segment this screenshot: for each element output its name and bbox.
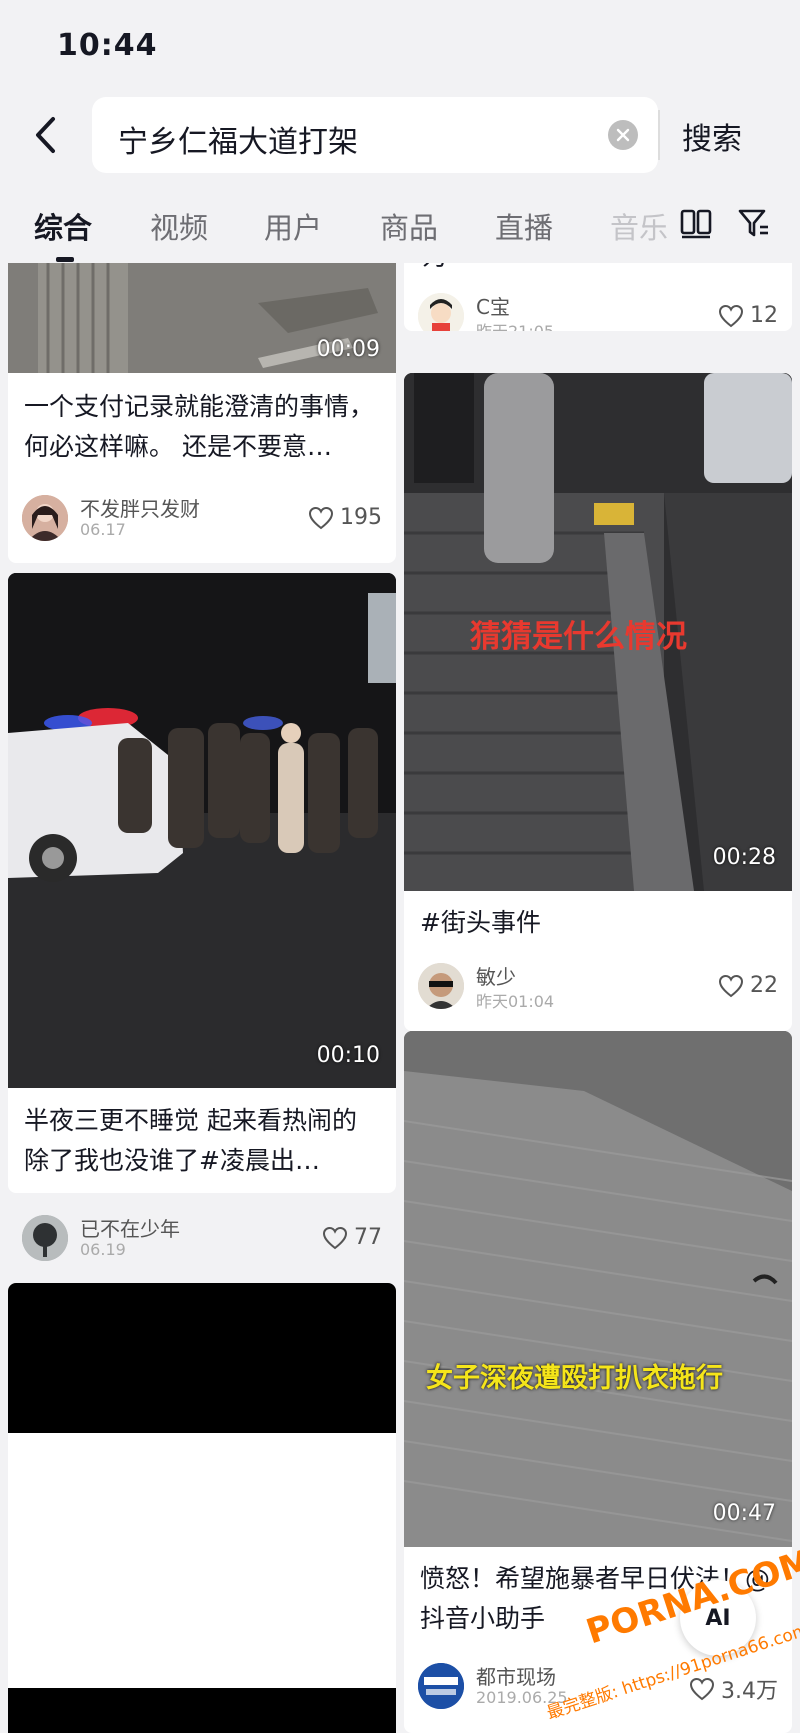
video-thumbnail: 00:09 <box>8 263 396 373</box>
search-header: 宁乡仁福大道打架 搜索 <box>0 90 800 180</box>
tab-music[interactable]: 音乐 <box>610 205 668 247</box>
author-row: C宝 昨天21:05 12 <box>418 291 778 331</box>
post-date: 昨天01:04 <box>476 992 555 1011</box>
avatar[interactable] <box>418 1663 464 1709</box>
video-card[interactable] <box>8 1283 396 1733</box>
like-count[interactable]: 3.4万 <box>689 1673 778 1705</box>
active-tab-indicator <box>56 257 74 262</box>
tab-live[interactable]: 直播 <box>495 205 553 247</box>
results-feed: 00:09 一个支付记录就能澄清的事情，何必这样嘛。 还是不要意… 不发胖只发财… <box>0 263 800 1733</box>
video-duration: 00:09 <box>316 337 380 362</box>
video-caption: 为 <box>422 263 778 277</box>
tab-users[interactable]: 用户 <box>264 205 322 247</box>
video-duration: 00:28 <box>712 845 776 870</box>
video-caption: #街头事件 <box>420 908 541 937</box>
author-name[interactable]: 不发胖只发财 <box>80 493 200 522</box>
tab-products[interactable]: 商品 <box>380 205 438 247</box>
post-date: 昨天21:05 <box>476 318 554 331</box>
heart-icon <box>718 974 744 997</box>
video-duration: 00:47 <box>712 1501 776 1526</box>
like-count[interactable]: 22 <box>718 973 778 998</box>
like-count[interactable]: 77 <box>322 1225 382 1250</box>
video-card[interactable]: 00:09 一个支付记录就能澄清的事情，何必这样嘛。 还是不要意… 不发胖只发财… <box>8 263 396 563</box>
author-name[interactable]: C宝 <box>476 291 510 320</box>
video-caption: 一个支付记录就能澄清的事情，何必这样嘛。 还是不要意… <box>24 392 375 461</box>
search-query: 宁乡仁福大道打架 <box>118 125 358 160</box>
post-date: 2019.06.25 <box>476 1688 568 1707</box>
author-row: 已不在少年 06.19 77 <box>22 1213 382 1265</box>
tab-video[interactable]: 视频 <box>150 205 208 247</box>
video-caption: 半夜三更不睡觉 起来看热闹的 除了我也没谁了#凌晨出… <box>24 1106 357 1175</box>
avatar[interactable] <box>418 963 464 1009</box>
avatar[interactable] <box>22 495 68 541</box>
video-duration: 00:10 <box>316 1043 380 1068</box>
back-button[interactable] <box>22 108 68 162</box>
heart-icon <box>689 1677 715 1701</box>
post-date: 06.17 <box>80 520 126 539</box>
video-card[interactable]: 猜猜是什么情况 00:28 #街头事件 敏少 昨天01:04 22 <box>404 373 792 1031</box>
post-date: 06.19 <box>80 1240 126 1259</box>
heart-icon <box>718 304 744 327</box>
status-bar: 10:44 <box>0 0 800 90</box>
ai-assistant-button[interactable]: AI <box>680 1580 756 1656</box>
heart-icon <box>322 1226 348 1249</box>
heart-icon <box>308 506 334 529</box>
layout-toggle-icon[interactable] <box>676 203 716 243</box>
search-button[interactable]: 搜索 <box>682 114 742 158</box>
like-count[interactable]: 195 <box>308 505 382 530</box>
video-overlay-text: 女子深夜遭殴打扒衣拖行 <box>426 1363 723 1394</box>
chevron-left-icon <box>36 117 55 153</box>
clear-icon[interactable] <box>608 120 638 150</box>
like-value: 12 <box>750 303 778 328</box>
video-overlay-text: 猜猜是什么情况 <box>470 619 687 655</box>
author-name[interactable]: 敏少 <box>476 961 516 990</box>
video-thumbnail <box>8 1283 396 1433</box>
status-time: 10:44 <box>57 28 158 63</box>
video-thumbnail: 猜猜是什么情况 00:28 <box>404 373 792 891</box>
author-row: 不发胖只发财 06.17 195 <box>22 493 382 545</box>
filter-tabs: 综合 视频 用户 商品 直播 音乐 <box>0 185 800 263</box>
search-divider <box>658 110 660 160</box>
video-thumbnail: 00:10 <box>8 573 396 1088</box>
author-row: 都市现场 2019.06.25 3.4万 <box>418 1661 778 1713</box>
author-name[interactable]: 都市现场 <box>476 1661 556 1690</box>
filter-icon[interactable] <box>734 203 774 243</box>
video-thumbnail <box>8 1688 396 1733</box>
tab-all[interactable]: 综合 <box>34 205 92 247</box>
avatar[interactable] <box>22 1215 68 1261</box>
author-row: 敏少 昨天01:04 22 <box>418 961 778 1013</box>
like-value: 195 <box>340 505 382 530</box>
like-count[interactable]: 12 <box>718 303 778 328</box>
like-value: 3.4万 <box>721 1679 778 1704</box>
video-card[interactable]: 为 C宝 昨天21:05 12 <box>404 263 792 331</box>
like-value: 77 <box>354 1225 382 1250</box>
author-name[interactable]: 已不在少年 <box>80 1213 180 1242</box>
search-input[interactable]: 宁乡仁福大道打架 <box>92 97 658 173</box>
video-thumbnail: 女子深夜遭殴打扒衣拖行 00:47 <box>404 1031 792 1547</box>
avatar[interactable] <box>418 293 464 331</box>
video-card[interactable]: 00:10 半夜三更不睡觉 起来看热闹的 除了我也没谁了#凌晨出… <box>8 573 396 1193</box>
like-value: 22 <box>750 973 778 998</box>
